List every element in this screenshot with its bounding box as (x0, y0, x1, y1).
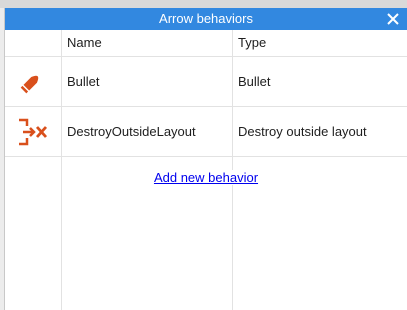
table-row-destroyoutsidelayout[interactable]: DestroyOutsideLayout Destroy outside lay… (5, 107, 407, 157)
dialog-titlebar[interactable]: Arrow behaviors (5, 8, 407, 30)
bullet-icon (20, 75, 39, 94)
dialog-title: Arrow behaviors (159, 11, 253, 26)
add-new-behavior-link[interactable]: Add new behavior (5, 170, 407, 185)
behavior-name: DestroyOutsideLayout (67, 124, 196, 139)
behavior-type: Destroy outside layout (238, 124, 367, 139)
column-header-name[interactable]: Name (67, 30, 102, 56)
add-new-behavior-label[interactable]: Add new behavior (152, 170, 260, 185)
window-background-strip (0, 0, 407, 8)
behavior-name: Bullet (67, 74, 100, 89)
table-row-bullet[interactable]: Bullet Bullet (5, 57, 407, 107)
destroy-outside-layout-icon (19, 118, 48, 146)
behaviors-table: Name Type Bullet Bullet DestroyOutsideLa… (5, 30, 407, 310)
column-header-type[interactable]: Type (238, 30, 266, 56)
table-header: Name Type (5, 30, 407, 57)
behavior-type: Bullet (238, 74, 271, 89)
behaviors-dialog: Arrow behaviors Name Type Bullet Bullet (4, 8, 407, 310)
close-icon[interactable] (385, 11, 401, 27)
